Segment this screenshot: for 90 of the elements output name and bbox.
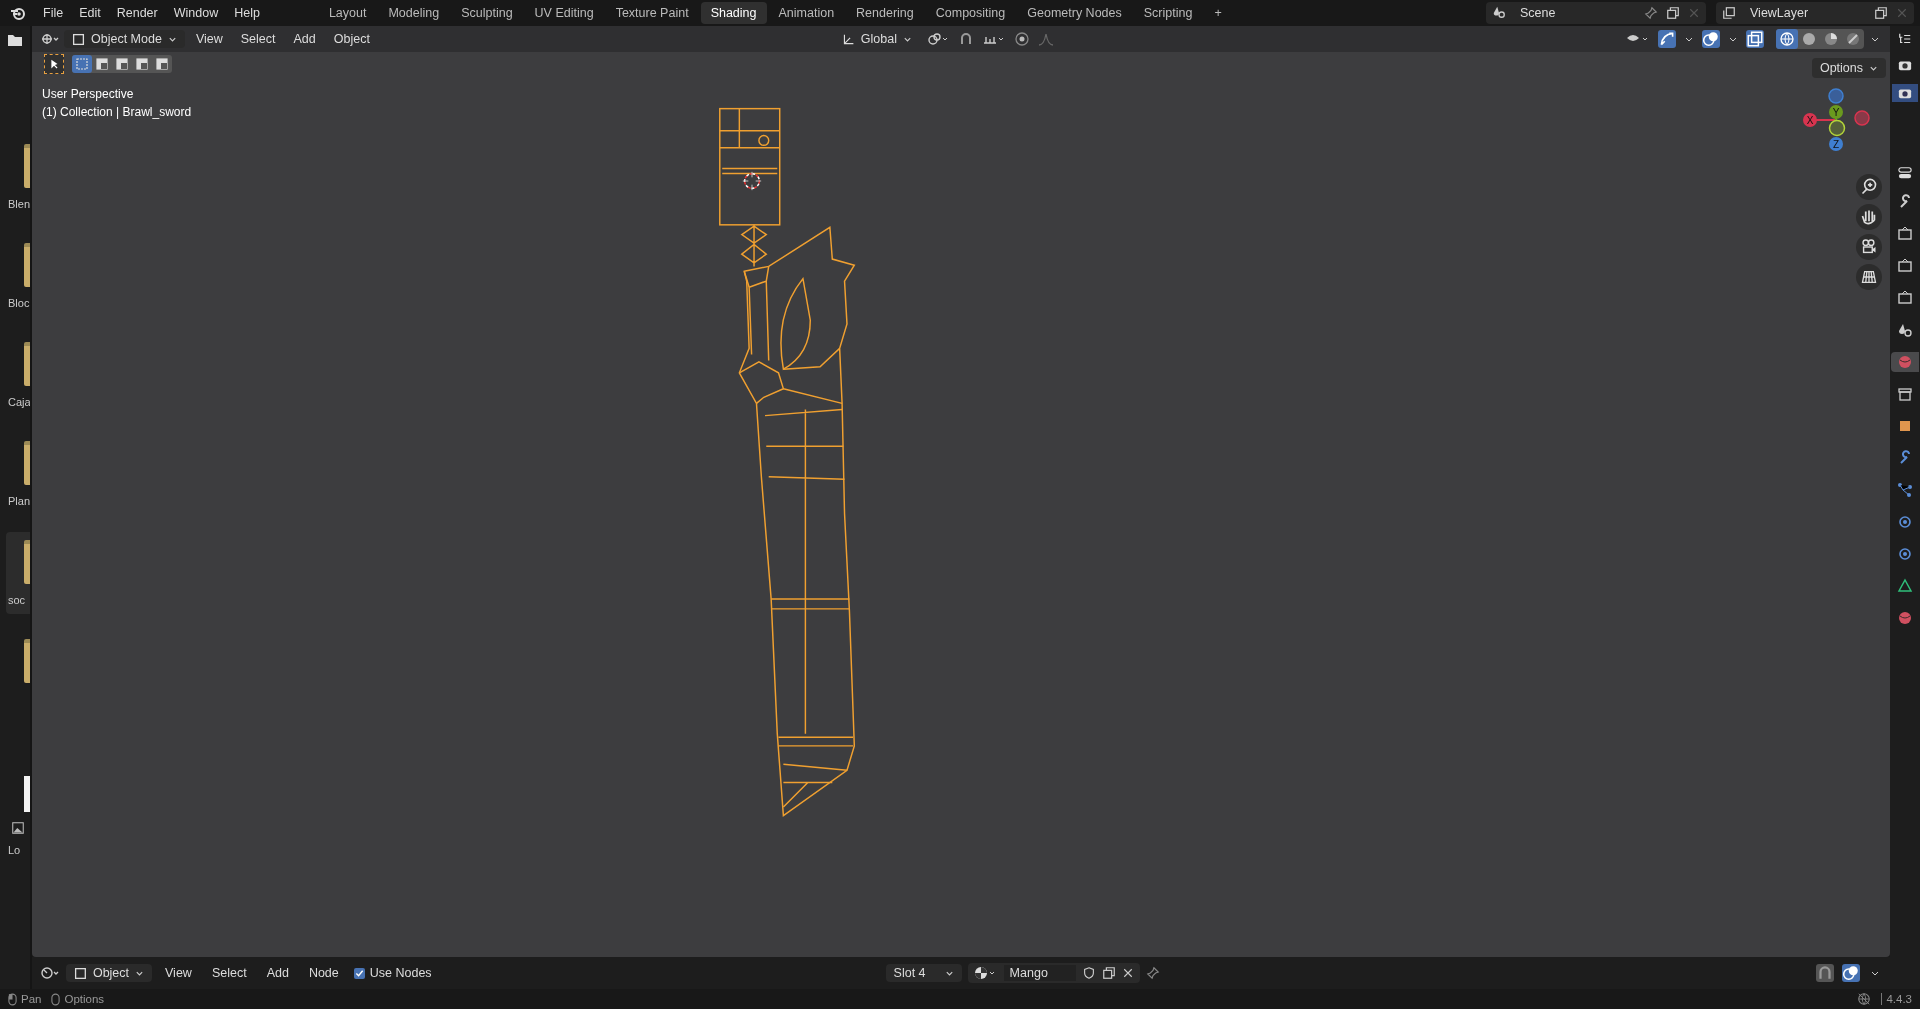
3d-cursor-marker [741,170,763,192]
workspace-tab[interactable]: Scripting [1133,2,1203,24]
asset-label: Caja [8,396,30,408]
zoom-icon[interactable] [1856,174,1882,200]
scene-selector[interactable]: Scene [1486,2,1706,24]
grid-icon[interactable] [1856,264,1882,290]
duplicate-icon[interactable] [1874,6,1888,20]
status-hint: Options [51,992,105,1006]
orientation-label: Global [860,32,897,46]
asset-item[interactable]: Plan [6,433,30,515]
navigation-gizmo[interactable]: X Y Z [1798,86,1878,166]
options-dropdown[interactable]: Options [1811,58,1886,78]
menu-item[interactable]: Select [204,963,254,983]
version-label: 4.4.3 [1881,993,1912,1005]
asset-item[interactable]: Caja [6,334,30,416]
selection-mode-button[interactable] [72,55,92,73]
asset-label: Plan [8,495,30,507]
asset-label: Lo [8,844,21,856]
workspace-tab[interactable]: Texture Paint [605,2,699,24]
asset-item[interactable]: Bloc [6,235,30,317]
workspace-tab[interactable]: Animation [768,2,845,24]
asset-item[interactable]: soc [6,532,30,614]
add-workspace-button[interactable]: + [1204,2,1232,24]
orientation-dropdown[interactable]: Global [833,30,920,48]
gizmo-toggle-icon[interactable] [1658,30,1676,48]
duplicate-icon[interactable] [1666,6,1680,20]
network-off-icon [1857,992,1872,1006]
axes-icon [841,32,855,46]
view-layer-selector[interactable]: ViewLayer [1716,2,1914,24]
slot-dropdown[interactable]: Slot 4 [885,964,962,982]
material-name-field[interactable]: Mango [1003,965,1076,981]
workspace-tab[interactable]: Shading [700,2,767,24]
menu-item[interactable]: View [188,29,230,49]
workspace-tab[interactable]: Modeling [378,2,450,24]
xray-icon[interactable] [1746,30,1764,48]
pivot-icon[interactable] [926,31,950,47]
overlays-icon[interactable] [1702,30,1720,48]
magnet-icon[interactable] [958,31,974,47]
blender-logo-icon[interactable] [10,5,26,21]
menu-item[interactable]: View [158,963,199,983]
asset-label: Bloc [8,297,30,309]
workspace-tab[interactable]: Rendering [846,2,924,24]
outliner-icon[interactable] [1898,32,1912,46]
workspace-tab[interactable]: Sculpting [451,2,523,24]
checkmark-icon [354,968,364,978]
shield-icon[interactable] [1081,966,1096,980]
menu-item[interactable]: Add [259,963,296,983]
hand-icon[interactable] [1856,204,1882,230]
menu-item[interactable]: Select [233,29,283,49]
close-icon[interactable] [1121,967,1134,979]
overlays-icon[interactable] [1842,964,1860,982]
menu-item[interactable]: Object [326,29,377,49]
mouse-icon [51,992,61,1006]
cube-icon [72,32,85,46]
image-icon [12,822,24,834]
mouse-icon [8,992,17,1006]
mode-dropdown[interactable]: Object Mode [64,30,185,48]
workspace-tab[interactable]: Layout [318,2,377,24]
menu-item[interactable]: Node [301,963,346,983]
editor-type-icon[interactable] [40,965,60,981]
menu-item[interactable]: Edit [72,3,108,23]
magnet-icon[interactable] [1816,964,1834,982]
duplicate-icon[interactable] [1101,966,1116,980]
menu-item[interactable]: Add [286,29,323,49]
asset-item[interactable]: Lo [6,708,30,864]
globe-icon[interactable] [1891,352,1919,372]
menu-item[interactable]: File [36,3,71,23]
menu-item[interactable]: Help [227,3,267,23]
status-hint: Pan [8,992,42,1006]
workspace-tab[interactable]: Compositing [925,2,1016,24]
select-tool-button[interactable] [44,54,64,74]
workspace-tab[interactable]: Geometry Nodes [1017,2,1132,24]
shader-type-label: Object [92,966,130,980]
menu-item[interactable]: Window [166,3,226,23]
workspace-tab[interactable]: UV Editing [524,2,604,24]
asset-item[interactable]: Blen [6,136,30,218]
editor-type-icon[interactable] [40,31,60,47]
asset-label: Blen [8,198,30,210]
proportional-edit-icon[interactable] [1014,31,1030,47]
mode-label: Object Mode [91,32,162,46]
shader-type-dropdown[interactable]: Object [66,964,152,982]
cube-icon [74,966,87,980]
object-label: (1) Collection | Brawl_sword [42,105,192,119]
shading-mode-button[interactable] [1776,29,1798,49]
asset-label: soc [8,594,26,606]
use-nodes-checkbox[interactable]: Use Nodes [351,964,434,982]
toggle-icon[interactable] [1898,166,1912,180]
view-label: User Perspective [42,87,135,101]
menu-item[interactable]: Render [109,3,165,23]
folder-icon[interactable] [7,32,23,48]
